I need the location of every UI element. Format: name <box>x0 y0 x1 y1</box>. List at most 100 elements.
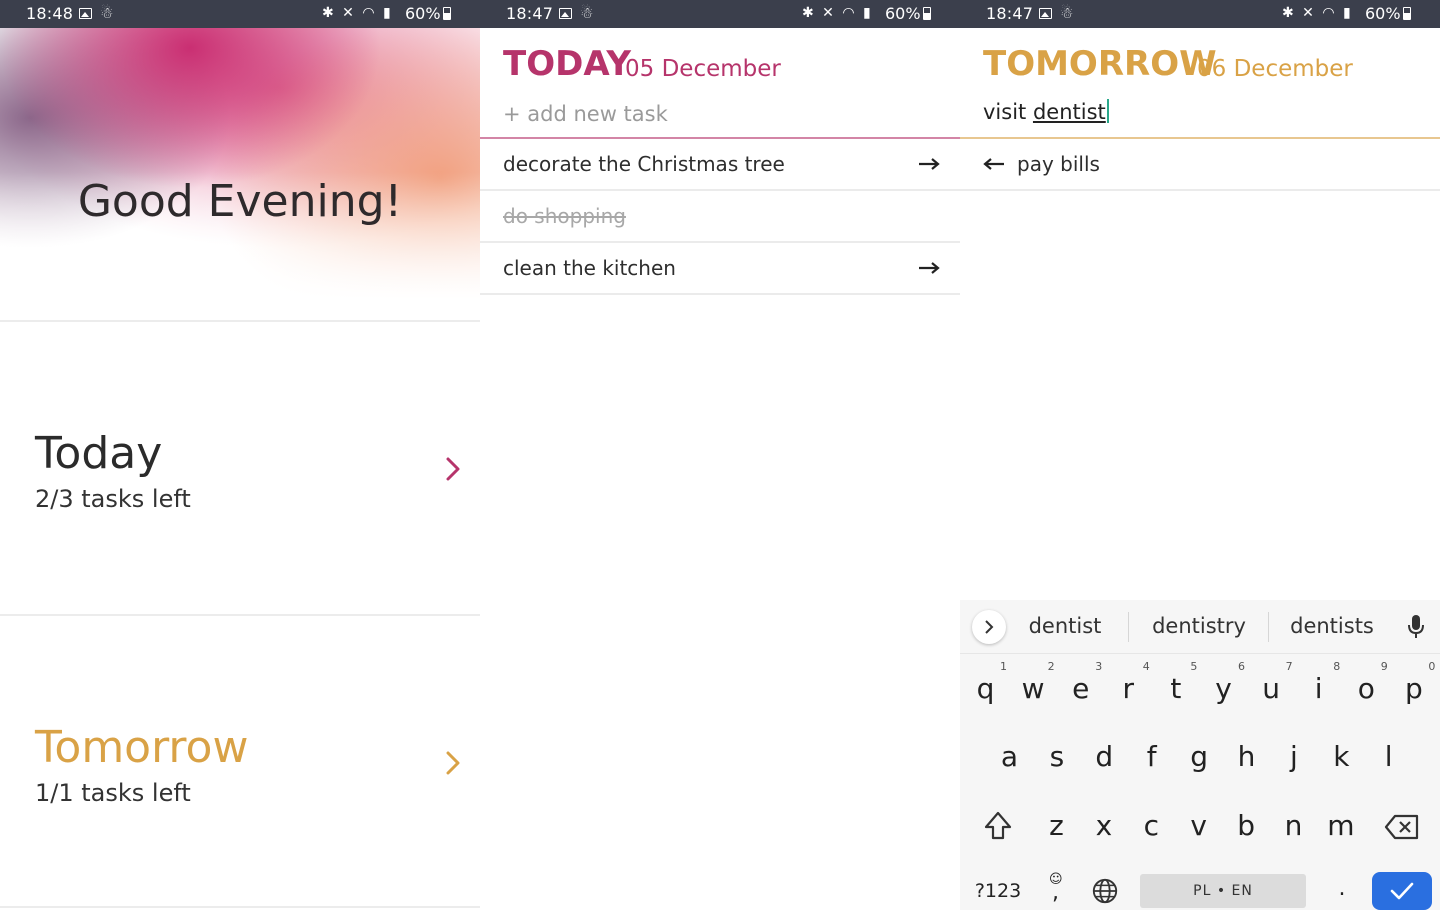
key-e[interactable]: 3e <box>1057 660 1104 714</box>
task-text-input[interactable]: visit dentist <box>983 99 1109 124</box>
key-f[interactable]: f <box>1128 728 1175 782</box>
key-hint: 7 <box>1285 660 1293 673</box>
key-q[interactable]: 1q <box>962 660 1009 714</box>
key-x[interactable]: x <box>1080 797 1127 851</box>
tomorrow-list-screen: 18:47 ☃ ✱ ✕ ◠ ▮ 60% TOMORROW 06 December… <box>960 0 1440 910</box>
shift-icon <box>984 811 1012 840</box>
key-w[interactable]: 2w <box>1010 660 1057 714</box>
battery-indicator: 60% <box>405 4 451 23</box>
key-s[interactable]: s <box>1033 728 1080 782</box>
arrow-right-icon[interactable] <box>917 155 941 173</box>
chevron-right-icon[interactable] <box>440 456 466 482</box>
connectivity-icons: ✱ ✕ ◠ ▮ <box>322 5 393 21</box>
key-a[interactable]: a <box>986 728 1033 782</box>
key-label: h <box>1237 740 1256 773</box>
key-hint: 1 <box>1000 660 1007 673</box>
key-label: c <box>1143 809 1159 842</box>
key-u[interactable]: 7u <box>1248 660 1295 714</box>
greeting-banner: Good Evening! <box>0 28 480 322</box>
today-card[interactable]: Today 2/3 tasks left <box>0 322 480 614</box>
home-screen: 18:48 ☃ ✱ ✕ ◠ ▮ 60% Good Evening! Today … <box>0 0 480 910</box>
on-screen-keyboard: dentist dentistry dentists 1q2w3e4r5t6y7… <box>960 600 1440 910</box>
key-m[interactable]: m <box>1317 797 1364 851</box>
key-c[interactable]: c <box>1128 797 1175 851</box>
backspace-icon <box>1384 814 1419 840</box>
page-date: 06 December <box>1197 56 1353 82</box>
key-label: d <box>1095 740 1114 773</box>
task-label: decorate the Christmas tree <box>503 152 785 176</box>
key-y[interactable]: 6y <box>1200 660 1247 714</box>
key-g[interactable]: g <box>1176 728 1223 782</box>
key-d[interactable]: d <box>1081 728 1128 782</box>
key-label: g <box>1190 740 1208 773</box>
arrow-right-icon[interactable] <box>917 259 941 277</box>
greeting-text: Good Evening! <box>77 176 403 227</box>
key-label: m <box>1327 809 1355 842</box>
expand-toolbar-button[interactable] <box>972 610 1006 644</box>
divider <box>1268 612 1269 642</box>
language-key[interactable] <box>1090 877 1120 907</box>
period-key[interactable]: . <box>1332 876 1352 901</box>
battery-icon <box>1402 7 1411 20</box>
status-time: 18:48 <box>26 4 74 23</box>
gallery-icon <box>1039 8 1052 19</box>
key-r[interactable]: 4r <box>1105 660 1152 714</box>
key-i[interactable]: 8i <box>1295 660 1342 714</box>
tomorrow-card-count: 1/1 tasks left <box>35 779 191 807</box>
key-hint: 2 <box>1047 660 1055 673</box>
suggestion-bar: dentist dentistry dentists <box>960 600 1440 654</box>
today-card-title: Today <box>35 428 163 479</box>
key-b[interactable]: b <box>1223 797 1270 851</box>
key-o[interactable]: 9o <box>1343 660 1390 714</box>
stroller-icon: ☃ <box>580 4 594 22</box>
text-caret <box>1106 99 1109 123</box>
enter-key[interactable] <box>1372 872 1432 910</box>
task-row[interactable]: do shopping <box>480 191 960 243</box>
checkmark-icon <box>1390 882 1414 900</box>
task-row[interactable]: clean the kitchen <box>480 243 960 295</box>
suggestion-item[interactable]: dentists <box>1282 614 1382 638</box>
task-row[interactable]: decorate the Christmas tree <box>480 139 960 191</box>
arrow-left-icon[interactable] <box>982 155 1006 173</box>
today-list-screen: 18:47 ☃ ✱ ✕ ◠ ▮ 60% TODAY 05 December de… <box>480 0 960 910</box>
key-t[interactable]: 5t <box>1152 660 1199 714</box>
key-label: b <box>1237 809 1255 842</box>
chevron-right-icon[interactable] <box>440 750 466 776</box>
key-v[interactable]: v <box>1175 797 1222 851</box>
status-bar: 18:47 ☃ ✱ ✕ ◠ ▮ 60% <box>960 0 1440 28</box>
key-p[interactable]: 0p <box>1390 660 1437 714</box>
suggestion-item[interactable]: dentistry <box>1144 614 1254 638</box>
key-label: s <box>1049 740 1065 773</box>
key-n[interactable]: n <box>1270 797 1317 851</box>
backspace-key[interactable] <box>1384 812 1420 842</box>
tomorrow-card[interactable]: Tomorrow 1/1 tasks left <box>0 616 480 908</box>
symbols-key[interactable]: ?123 <box>970 880 1026 902</box>
status-time: 18:47 <box>506 4 554 23</box>
key-j[interactable]: j <box>1270 728 1317 782</box>
battery-percent: 60% <box>885 4 921 23</box>
battery-icon <box>922 7 931 20</box>
battery-percent: 60% <box>1365 4 1401 23</box>
key-hint: 5 <box>1190 660 1198 673</box>
add-task-input[interactable] <box>503 98 943 130</box>
battery-icon <box>442 7 451 20</box>
key-h[interactable]: h <box>1223 728 1270 782</box>
suggestion-item[interactable]: dentist <box>1020 614 1110 638</box>
key-hint: 6 <box>1238 660 1245 673</box>
divider <box>0 906 480 908</box>
shift-key[interactable] <box>980 808 1016 844</box>
space-key[interactable]: PL • EN <box>1140 874 1306 908</box>
gallery-icon <box>79 8 92 19</box>
key-k[interactable]: k <box>1318 728 1365 782</box>
key-label: f <box>1146 740 1157 773</box>
emoji-comma-key[interactable]: ☺ , <box>1042 872 1070 910</box>
divider <box>1128 612 1129 642</box>
microphone-icon[interactable] <box>1406 614 1426 640</box>
key-l[interactable]: l <box>1365 728 1412 782</box>
status-time: 18:47 <box>986 4 1034 23</box>
key-z[interactable]: z <box>1033 797 1080 851</box>
task-row[interactable]: pay bills <box>960 139 1440 191</box>
tomorrow-card-title: Tomorrow <box>35 722 249 773</box>
key-label: j <box>1290 740 1298 773</box>
comma-label: , <box>1052 880 1059 905</box>
